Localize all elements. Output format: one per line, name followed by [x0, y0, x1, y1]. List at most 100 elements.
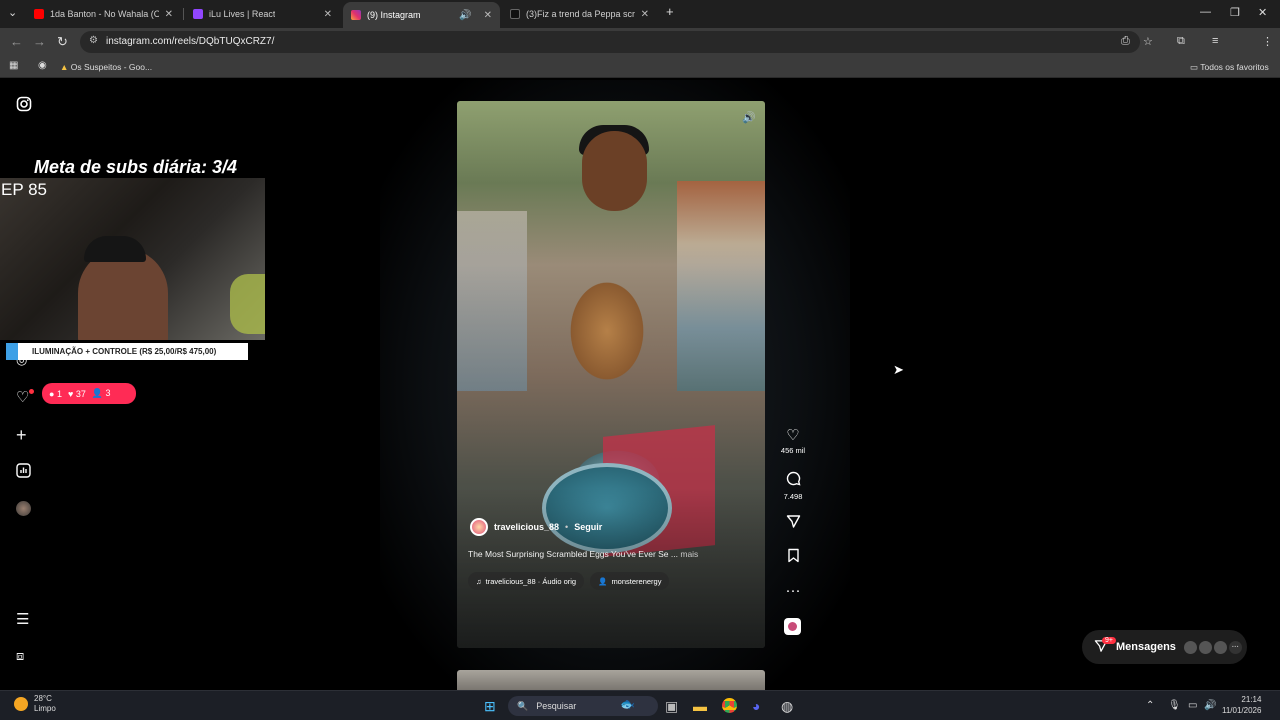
search-highlight-icon: 🐟	[620, 697, 635, 711]
forward-icon[interactable]: →	[33, 34, 46, 49]
extensions-icon[interactable]: ⧉	[1177, 35, 1185, 48]
bookmark-star-icon[interactable]: ☆	[1143, 35, 1153, 48]
weather-widget[interactable]: 28°C Limpo	[14, 694, 56, 714]
all-bookmarks-folder[interactable]: ▭ Todos os favoritos	[1190, 62, 1269, 73]
share-icon[interactable]	[776, 514, 810, 533]
tab-search-icon[interactable]: ⌄	[8, 6, 17, 19]
follow-button[interactable]: Seguir	[574, 522, 602, 532]
separator-dot: •	[565, 522, 569, 532]
save-action[interactable]	[776, 548, 810, 567]
reel-gradient	[457, 488, 765, 648]
follow-count: 👤 3	[91, 388, 111, 398]
tiktok-icon	[510, 9, 520, 19]
bookmark-label: Todos os favoritos	[1200, 62, 1269, 72]
obs-icon[interactable]: ◍	[781, 698, 793, 715]
gaming-chair	[230, 274, 265, 334]
streamer-cap	[84, 236, 146, 262]
bookmarks-bar: ▦ ◉ ▲ Os Suspeitos - Goo... ▭ Todos os f…	[0, 56, 1280, 78]
bookmark-os-suspeitos[interactable]: ▲ Os Suspeitos - Goo...	[60, 62, 152, 72]
comment-count: 7.498	[783, 492, 803, 501]
close-icon[interactable]: ✕	[324, 9, 332, 20]
more-action[interactable]: ···	[776, 583, 810, 599]
tray-overflow-icon[interactable]: ⌃	[1146, 700, 1154, 711]
drive-icon: ▲	[60, 62, 69, 72]
twitch-icon	[193, 9, 203, 19]
more-button[interactable]: mais	[680, 549, 698, 559]
windows-start-icon[interactable]: ⊞	[484, 698, 496, 715]
reel-chips: ♫ travelicious_88 · Áudio orig 👤 monster…	[468, 572, 670, 590]
install-app-icon[interactable]: ⎙	[1121, 35, 1130, 48]
notifications-heart-icon[interactable]: ♡	[16, 388, 29, 406]
close-icon[interactable]: ✕	[165, 9, 173, 20]
next-reel-preview[interactable]	[457, 670, 765, 690]
comment-icon[interactable]	[776, 471, 810, 490]
create-plus-icon[interactable]: +	[16, 425, 27, 446]
weather-text: 28°C Limpo	[34, 694, 56, 714]
crowd	[457, 211, 527, 391]
tab-react[interactable]: iLu Lives | React ✕	[185, 4, 340, 24]
new-tab-button[interactable]: +	[666, 4, 674, 19]
chrome-icon[interactable]	[722, 698, 737, 716]
instagram-icon[interactable]	[16, 96, 32, 116]
heart-icon[interactable]: ♡	[776, 428, 810, 444]
address-bar[interactable]: ⚙ instagram.com/reels/DQbTUQxCRZ7/	[80, 31, 1140, 53]
microphone-icon[interactable]: 🎙	[1168, 700, 1181, 711]
browser-toolbar: ← → ↻ ⚙ instagram.com/reels/DQbTUQxCRZ7/…	[0, 28, 1280, 76]
search-placeholder: Pesquisar	[536, 701, 577, 711]
music-note-icon: ♫	[476, 576, 482, 586]
taskbar-search[interactable]: 🔍 Pesquisar	[508, 696, 658, 716]
owner-username[interactable]: travelicious_88	[494, 522, 559, 532]
owner-avatar[interactable]	[470, 518, 488, 536]
tab-title: iLu Lives | React	[209, 9, 276, 19]
task-view-icon[interactable]: ▣	[665, 698, 678, 715]
tab-youtube[interactable]: 1da Banton - No Wahala (Offici ✕	[26, 4, 181, 24]
weather-icon	[14, 697, 28, 711]
volume-icon[interactable]: 🔊	[742, 111, 756, 124]
dashboard-icon[interactable]	[16, 463, 31, 482]
network-icon[interactable]: ▭	[1188, 700, 1197, 711]
windows-taskbar: 28°C Limpo ⊞ 🔍 Pesquisar 🐟 ▣ ▬ ◕ ◍ ⌃ 🎙 ▭…	[0, 690, 1280, 720]
speaker-icon[interactable]: 🔊	[459, 10, 471, 21]
search-icon: 🔍	[517, 700, 529, 711]
tagged-label: monsterenergy	[611, 576, 662, 586]
chrome-menu-icon[interactable]: ⋮	[1262, 35, 1273, 48]
reel-caption: The Most Surprising Scrambled Eggs You'v…	[468, 549, 758, 559]
tagged-chip[interactable]: 👤 monsterenergy	[590, 572, 670, 590]
bookmark-label: Os Suspeitos - Goo...	[70, 62, 153, 72]
file-explorer-icon[interactable]: ▬	[693, 698, 707, 714]
more-icon[interactable]: ···	[776, 583, 810, 599]
discord-icon[interactable]: ◕	[752, 698, 760, 714]
tab-instagram[interactable]: (9) Instagram 🔊 ✕	[343, 2, 500, 28]
apps-grid-icon[interactable]: ▦	[9, 60, 18, 71]
messages-button[interactable]: Mensagens ···	[1082, 630, 1247, 664]
close-icon[interactable]: ✕	[641, 9, 649, 20]
audio-chip[interactable]: ♫ travelicious_88 · Áudio orig	[468, 572, 585, 590]
donation-goal-text: ILUMINAÇÃO + CONTROLE (R$ 25,00/R$ 475,0…	[32, 347, 217, 356]
bookmark-icon[interactable]	[776, 548, 810, 567]
caption-text: The Most Surprising Scrambled Eggs You'v…	[468, 549, 678, 559]
audio-thumbnail[interactable]	[784, 618, 801, 635]
audio-label: travelicious_88 · Áudio orig	[485, 576, 577, 586]
comment-action[interactable]: 7.498	[776, 471, 810, 501]
close-icon[interactable]: ✕	[484, 10, 492, 21]
site-info-icon[interactable]: ⚙	[89, 35, 98, 46]
taskbar-clock[interactable]: 21:14 11/01/2026	[1222, 694, 1261, 716]
restore-icon[interactable]: ❐	[1230, 6, 1240, 19]
more-apps-icon[interactable]: ⧈	[16, 648, 24, 664]
instagram-favicon-icon	[351, 10, 361, 20]
webcam-overlay: EP 85	[0, 178, 265, 340]
globe-icon[interactable]: ◉	[38, 60, 47, 71]
reload-icon[interactable]: ↻	[57, 34, 68, 50]
profile-avatar-icon[interactable]	[16, 501, 31, 520]
media-controls-icon[interactable]: ≡	[1212, 35, 1218, 47]
back-icon[interactable]: ←	[10, 34, 23, 49]
minimize-icon[interactable]: —	[1200, 6, 1211, 18]
like-action[interactable]: ♡ 456 mil	[776, 428, 810, 456]
reel-video[interactable]: 🔊	[457, 101, 765, 648]
tab-tiktok[interactable]: (3)Fiz a trend da Peppa scrr #m ✕	[502, 4, 657, 24]
youtube-icon	[34, 9, 44, 19]
close-window-icon[interactable]: ✕	[1258, 6, 1267, 19]
volume-tray-icon[interactable]: 🔊	[1204, 700, 1216, 711]
share-action[interactable]	[776, 514, 810, 533]
menu-icon[interactable]: ☰	[16, 610, 29, 628]
